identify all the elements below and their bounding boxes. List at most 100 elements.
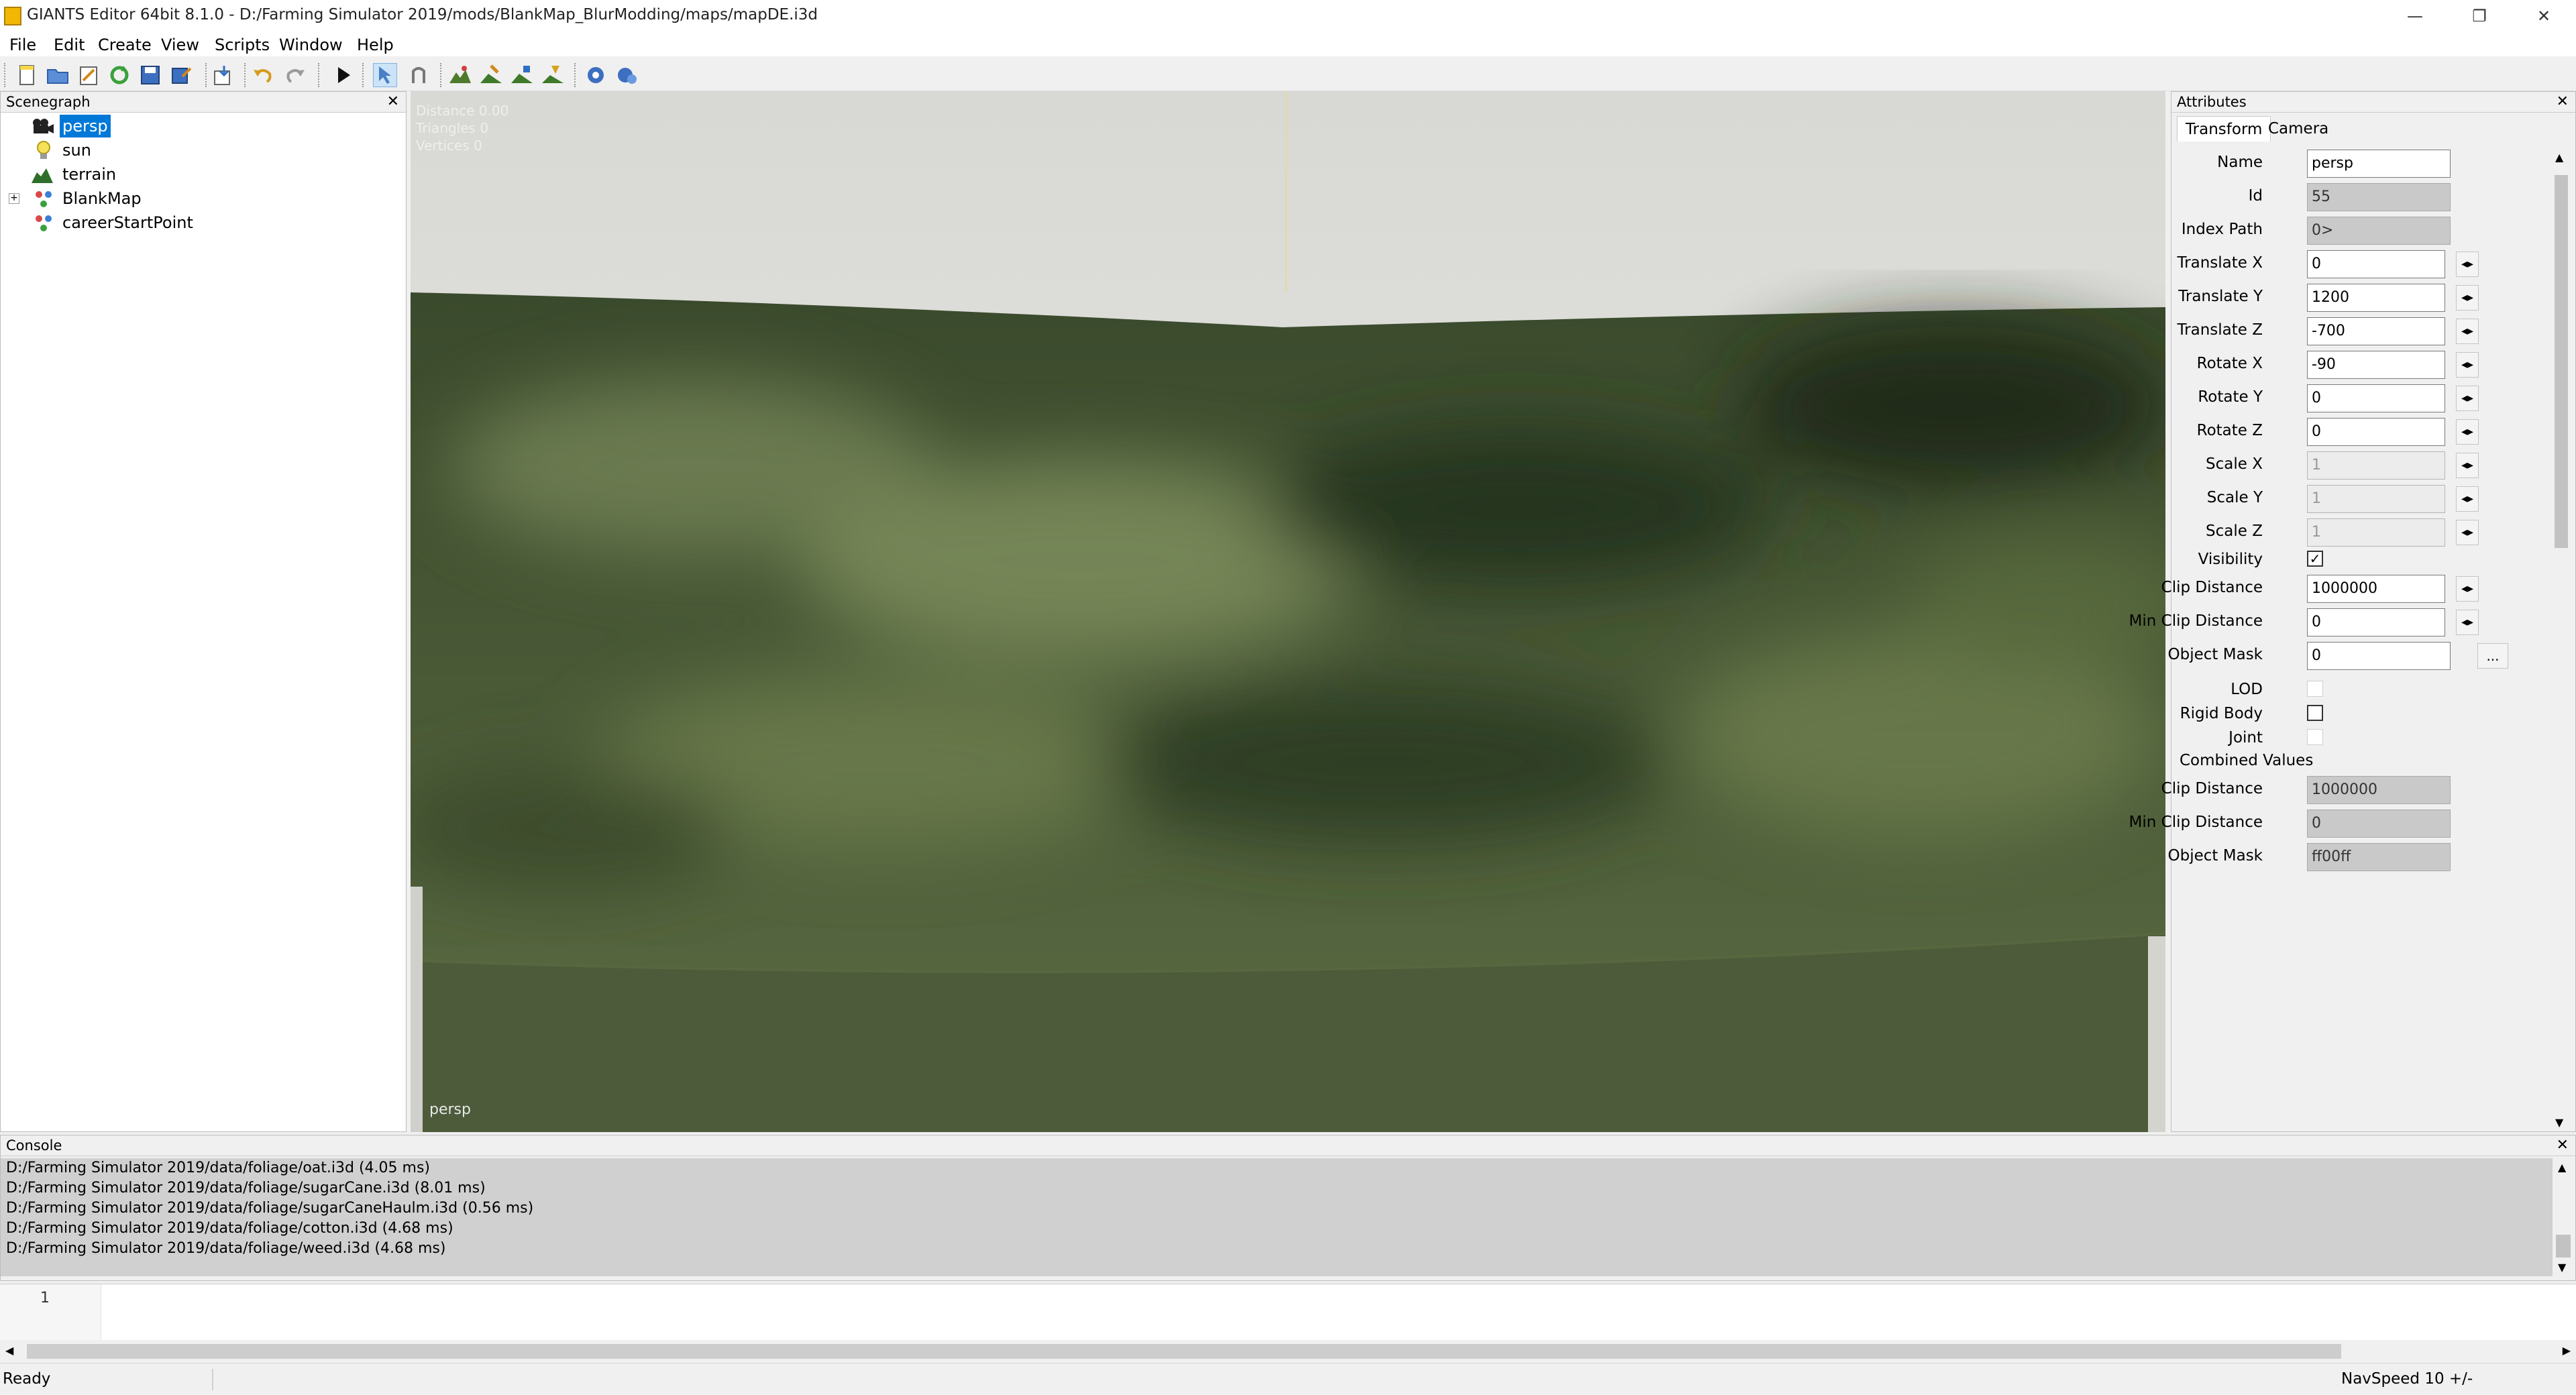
select-mode-icon[interactable]	[373, 63, 397, 87]
translate-x-field[interactable]: 0	[2307, 250, 2445, 278]
translate-z-stepper[interactable]: ◂▸	[2456, 319, 2479, 344]
scroll-right-icon[interactable]: ▶	[2563, 1344, 2571, 1357]
translate-y-stepper[interactable]: ◂▸	[2456, 285, 2479, 311]
redo-icon[interactable]	[283, 63, 307, 87]
clip-distance-field[interactable]: 1000000	[2307, 575, 2445, 603]
triangles-stat: Triangles 0	[416, 120, 489, 136]
render-settings-icon[interactable]	[584, 63, 608, 87]
scale-x-stepper[interactable]: ◂▸	[2456, 453, 2479, 478]
name-field[interactable]: persp	[2307, 150, 2451, 178]
tab-transform[interactable]: Transform	[2177, 116, 2271, 142]
scroll-up-icon[interactable]: ▲	[2555, 151, 2563, 164]
menu-file[interactable]: File	[9, 36, 36, 54]
menu-window[interactable]: Window	[279, 36, 343, 54]
script-editor[interactable]: 1	[0, 1284, 2576, 1341]
rotate-y-stepper[interactable]: ◂▸	[2456, 386, 2479, 411]
lod-checkbox[interactable]	[2307, 681, 2323, 697]
scroll-left-icon[interactable]: ◀	[5, 1344, 13, 1357]
attr-row-visibility: Visibility ✓	[2171, 545, 2520, 572]
reload-icon[interactable]	[107, 63, 131, 87]
attr-label: Index Path	[2181, 221, 2263, 238]
3d-viewport[interactable]: Distance 0.00 Triangles 0 Vertices 0 per…	[411, 91, 2165, 1132]
expand-toggle[interactable]: +	[9, 193, 19, 204]
tree-node-label: BlankMap	[62, 189, 142, 208]
attr-row-scale-z: Scale Z 1 ◂▸	[2171, 517, 2520, 547]
tree-node-blankmap[interactable]: + BlankMap	[9, 187, 210, 210]
toolbar-separator	[244, 63, 247, 87]
edit-icon[interactable]	[76, 63, 101, 87]
close-scenegraph-icon[interactable]: ✕	[387, 92, 399, 112]
attributes-scrollbar[interactable]: ▲ ▼	[2551, 148, 2571, 1131]
min-clip-distance-field[interactable]: 0	[2307, 608, 2445, 636]
scenegraph-title: Scenegraph	[6, 94, 91, 110]
translate-z-field[interactable]: -700	[2307, 317, 2445, 345]
move-mode-icon[interactable]	[407, 63, 431, 87]
viewport-camera-label: persp	[429, 1101, 471, 1118]
foliage-paint-icon[interactable]	[510, 63, 534, 87]
attr-label: Name	[2217, 154, 2263, 171]
scenegraph-panel: Scenegraph ✕ persp sun terrain + BlankMa…	[0, 91, 407, 1132]
scrollbar-thumb[interactable]	[27, 1344, 2341, 1359]
scale-y-stepper[interactable]: ◂▸	[2456, 486, 2479, 512]
undo-icon[interactable]	[251, 63, 275, 87]
attr-label: Min Clip Distance	[2129, 612, 2263, 630]
light-icon	[37, 141, 50, 159]
object-mask-field[interactable]: 0	[2307, 642, 2451, 670]
log-line: D:/Farming Simulator 2019/data/foliage/c…	[6, 1220, 453, 1237]
clip-distance-stepper[interactable]: ◂▸	[2456, 576, 2479, 602]
scripts-icon[interactable]	[614, 63, 639, 87]
attr-label: Rigid Body	[2180, 705, 2263, 722]
minimize-button[interactable]: —	[2383, 0, 2447, 34]
nav-speed-indicator: NavSpeed 10 +/-	[2341, 1370, 2473, 1388]
scrollbar-thumb[interactable]	[2555, 175, 2568, 548]
menu-help[interactable]: Help	[357, 36, 394, 54]
close-attributes-icon[interactable]: ✕	[2557, 92, 2569, 112]
play-icon[interactable]	[331, 63, 356, 87]
attr-row-index-path: Index Path 0>	[2171, 215, 2520, 245]
object-mask-more-button[interactable]: ...	[2477, 643, 2508, 669]
combined-values-heading: Combined Values	[2180, 752, 2314, 769]
placement-icon[interactable]	[541, 63, 565, 87]
tab-camera[interactable]: Camera	[2260, 116, 2337, 142]
save-as-icon[interactable]	[169, 63, 193, 87]
close-console-icon[interactable]: ✕	[2557, 1135, 2569, 1156]
scroll-down-icon[interactable]: ▼	[2558, 1261, 2566, 1274]
joint-checkbox[interactable]	[2307, 729, 2323, 745]
scroll-up-icon[interactable]: ▲	[2558, 1161, 2566, 1174]
translate-x-stepper[interactable]: ◂▸	[2456, 252, 2479, 277]
scale-z-stepper[interactable]: ◂▸	[2456, 520, 2479, 545]
attr-label: Scale Z	[2206, 522, 2263, 540]
scale-x-field[interactable]: 1	[2307, 451, 2445, 480]
terrain-paint-icon[interactable]	[479, 63, 503, 87]
restore-button[interactable]: ❐	[2447, 0, 2512, 34]
editor-horizontal-scrollbar[interactable]: ◀ ▶	[0, 1340, 2576, 1363]
menu-create[interactable]: Create	[98, 36, 152, 54]
scroll-down-icon[interactable]: ▼	[2555, 1116, 2563, 1129]
translate-y-field[interactable]: 1200	[2307, 284, 2445, 312]
scrollbar-thumb[interactable]	[2556, 1235, 2571, 1258]
import-icon[interactable]	[211, 63, 235, 87]
attr-label: Translate X	[2177, 254, 2263, 272]
menu-edit[interactable]: Edit	[54, 36, 85, 54]
toolbar-separator	[440, 63, 443, 87]
terrain-sculpt-icon[interactable]	[448, 63, 472, 87]
rigid-body-checkbox[interactable]	[2307, 705, 2323, 721]
close-window-button[interactable]: ✕	[2512, 0, 2576, 34]
scale-z-field[interactable]: 1	[2307, 518, 2445, 547]
toolbar	[0, 58, 2576, 91]
rotate-x-field[interactable]: -90	[2307, 351, 2445, 379]
save-icon[interactable]	[138, 63, 162, 87]
rotate-x-stepper[interactable]: ◂▸	[2456, 352, 2479, 378]
rotate-z-stepper[interactable]: ◂▸	[2456, 419, 2479, 445]
open-folder-icon[interactable]	[46, 63, 70, 87]
visibility-checkbox[interactable]: ✓	[2307, 551, 2323, 567]
menu-view[interactable]: View	[161, 36, 199, 54]
min-clip-distance-stepper[interactable]: ◂▸	[2456, 610, 2479, 635]
scale-y-field[interactable]: 1	[2307, 485, 2445, 513]
menu-scripts[interactable]: Scripts	[215, 36, 270, 54]
new-file-icon[interactable]	[15, 63, 39, 87]
rotate-z-field[interactable]: 0	[2307, 418, 2445, 446]
console-scrollbar[interactable]: ▲ ▼	[2553, 1158, 2574, 1276]
attr-row-rotate-y: Rotate Y 0 ◂▸	[2171, 383, 2520, 412]
rotate-y-field[interactable]: 0	[2307, 384, 2445, 412]
